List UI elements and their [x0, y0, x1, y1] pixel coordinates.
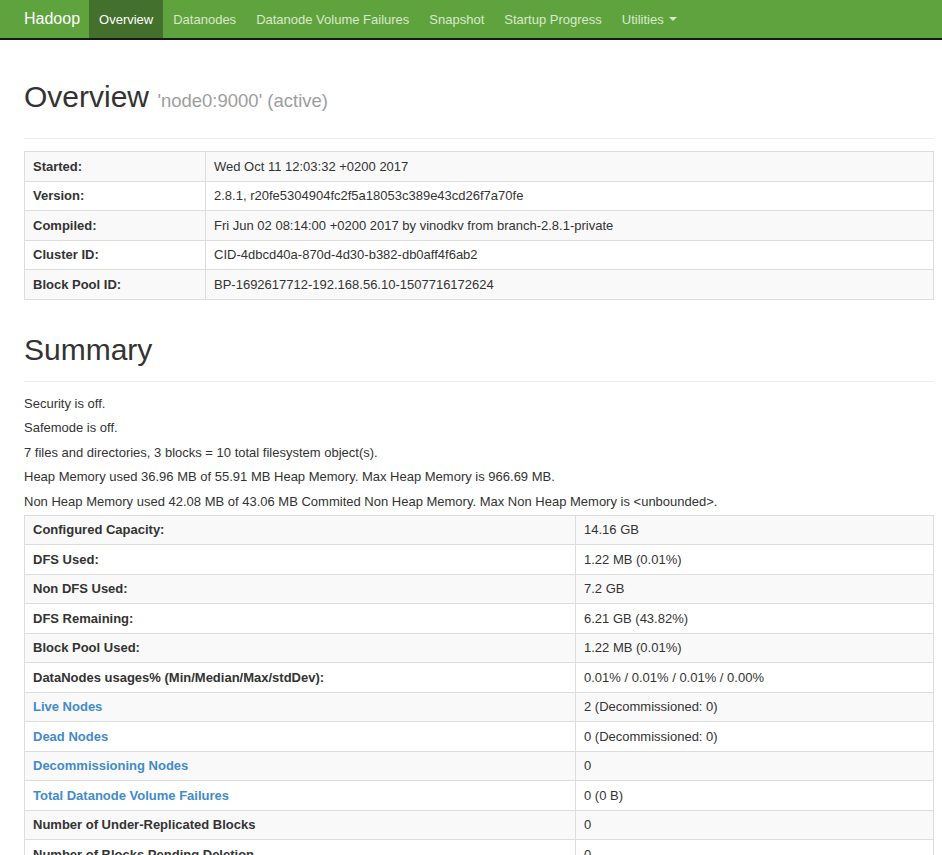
row-label: DFS Remaining: — [25, 604, 576, 634]
page-title: Overview 'node0:9000' (active) — [24, 80, 934, 117]
row-value: 1.22 MB (0.01%) — [576, 633, 934, 663]
table-row: DFS Used:1.22 MB (0.01%) — [25, 545, 934, 575]
table-row: Block Pool Used:1.22 MB (0.01%) — [25, 633, 934, 663]
table-row: Dead Nodes 0 (Decommissioned: 0) — [25, 722, 934, 752]
row-label: Dead Nodes — [25, 722, 576, 752]
row-label: Block Pool Used: — [25, 633, 576, 663]
page-subtitle: 'node0:9000' (active) — [157, 90, 328, 111]
row-value: 0 — [576, 810, 934, 840]
row-value: 14.16 GB — [576, 515, 934, 545]
table-row: Configured Capacity:14.16 GB — [25, 515, 934, 545]
nav-item-label: Utilities — [622, 12, 664, 27]
row-value: 6.21 GB (43.82%) — [576, 604, 934, 634]
navbar-items: Overview Datanodes Datanode Volume Failure… — [89, 0, 687, 38]
row-value: 2.8.1, r20fe5304904fc2f5a18053c389e43cd2… — [206, 181, 934, 211]
total-datanode-volume-failures-link[interactable]: Total Datanode Volume Failures — [33, 788, 229, 803]
dead-nodes-link[interactable]: Dead Nodes — [33, 729, 108, 744]
table-row: Compiled:Fri Jun 02 08:14:00 +0200 2017 … — [25, 211, 934, 241]
summary-table: Configured Capacity:14.16 GBDFS Used:1.2… — [24, 515, 934, 855]
nav-item-label: Datanode Volume Failures — [256, 12, 409, 27]
row-label: DFS Used: — [25, 545, 576, 575]
row-label: Live Nodes — [25, 692, 576, 722]
table-row: DataNodes usages% (Min/Median/Max/stdDev… — [25, 663, 934, 693]
nav-item-label: Startup Progress — [504, 12, 602, 27]
title-divider — [24, 138, 934, 139]
row-label: Number of Blocks Pending Deletion — [25, 840, 576, 855]
row-value: 0 — [576, 751, 934, 781]
page-title-text: Overview — [24, 80, 149, 113]
row-value: BP-1692617712-192.168.56.10-150771617262… — [206, 270, 934, 300]
nav-item-label: Datanodes — [173, 12, 236, 27]
row-label: Cluster ID: — [25, 240, 206, 270]
row-value: Fri Jun 02 08:14:00 +0200 2017 by vinodk… — [206, 211, 934, 241]
table-row: Decommissioning Nodes 0 — [25, 751, 934, 781]
table-row: DFS Remaining:6.21 GB (43.82%) — [25, 604, 934, 634]
row-value: 7.2 GB — [576, 574, 934, 604]
row-label: Total Datanode Volume Failures — [25, 781, 576, 811]
summary-table-body: Configured Capacity:14.16 GBDFS Used:1.2… — [25, 515, 934, 855]
row-label: Version: — [25, 181, 206, 211]
navbar: Hadoop Overview Datanodes Datanode Volume … — [0, 0, 942, 40]
decommissioning-nodes-link[interactable]: Decommissioning Nodes — [33, 758, 188, 773]
nav-item-snapshot[interactable]: Snapshot — [419, 0, 494, 38]
summary-paragraphs: Security is off. Safemode is off. 7 files … — [24, 397, 934, 509]
summary-heading: Summary — [24, 333, 934, 366]
nav-item-datanodes[interactable]: Datanodes — [163, 0, 246, 38]
row-label: Configured Capacity: — [25, 515, 576, 545]
navbar-inner: Hadoop Overview Datanodes Datanode Volume … — [0, 0, 942, 38]
row-value: 0 — [576, 840, 934, 855]
row-value: 0 (Decommissioned: 0) — [576, 722, 934, 752]
row-label: Non DFS Used: — [25, 574, 576, 604]
summary-line: 7 files and directories, 3 blocks = 10 t… — [24, 446, 934, 460]
row-label: Decommissioning Nodes — [25, 751, 576, 781]
table-row: Live Nodes 2 (Decommissioned: 0) — [25, 692, 934, 722]
summary-line: Non Heap Memory used 42.08 MB of 43.06 M… — [24, 495, 934, 509]
summary-line: Security is off. — [24, 397, 934, 411]
nav-item-label: Overview — [99, 12, 153, 27]
row-value: Wed Oct 11 12:03:32 +0200 2017 — [206, 152, 934, 182]
table-row: Version:2.8.1, r20fe5304904fc2f5a18053c3… — [25, 181, 934, 211]
nav-item-datanode-volume-failures[interactable]: Datanode Volume Failures — [246, 0, 419, 38]
table-row: Non DFS Used:7.2 GB — [25, 574, 934, 604]
table-row: Total Datanode Volume Failures 0 (0 B) — [25, 781, 934, 811]
row-value: 1.22 MB (0.01%) — [576, 545, 934, 575]
caret-down-icon — [669, 17, 677, 21]
row-label: DataNodes usages% (Min/Median/Max/stdDev… — [25, 663, 576, 693]
row-value: 0.01% / 0.01% / 0.01% / 0.00% — [576, 663, 934, 693]
nav-item-overview[interactable]: Overview — [89, 0, 163, 38]
nav-item-startup-progress[interactable]: Startup Progress — [494, 0, 612, 38]
live-nodes-link[interactable]: Live Nodes — [33, 699, 102, 714]
row-value: CID-4dbcd40a-870d-4d30-b382-db0aff4f6ab2 — [206, 240, 934, 270]
brand-link[interactable]: Hadoop — [0, 0, 89, 38]
table-row: Cluster ID:CID-4dbcd40a-870d-4d30-b382-d… — [25, 240, 934, 270]
node-info-table: Started:Wed Oct 11 12:03:32 +0200 2017Ve… — [24, 151, 934, 300]
main-content: Overview 'node0:9000' (active) Started:W… — [24, 80, 934, 855]
row-label: Started: — [25, 152, 206, 182]
table-row: Block Pool ID:BP-1692617712-192.168.56.1… — [25, 270, 934, 300]
row-label: Block Pool ID: — [25, 270, 206, 300]
node-info-table-body: Started:Wed Oct 11 12:03:32 +0200 2017Ve… — [25, 152, 934, 300]
row-value: 2 (Decommissioned: 0) — [576, 692, 934, 722]
row-value: 0 (0 B) — [576, 781, 934, 811]
nav-item-utilities[interactable]: Utilities — [612, 0, 687, 38]
row-label: Compiled: — [25, 211, 206, 241]
nav-item-label: Snapshot — [429, 12, 484, 27]
summary-line: Safemode is off. — [24, 421, 934, 435]
table-row: Number of Under-Replicated Blocks0 — [25, 810, 934, 840]
table-row: Started:Wed Oct 11 12:03:32 +0200 2017 — [25, 152, 934, 182]
table-row: Number of Blocks Pending Deletion0 — [25, 840, 934, 855]
summary-line: Heap Memory used 36.96 MB of 55.91 MB He… — [24, 470, 934, 484]
row-label: Number of Under-Replicated Blocks — [25, 810, 576, 840]
summary-divider — [24, 381, 934, 382]
